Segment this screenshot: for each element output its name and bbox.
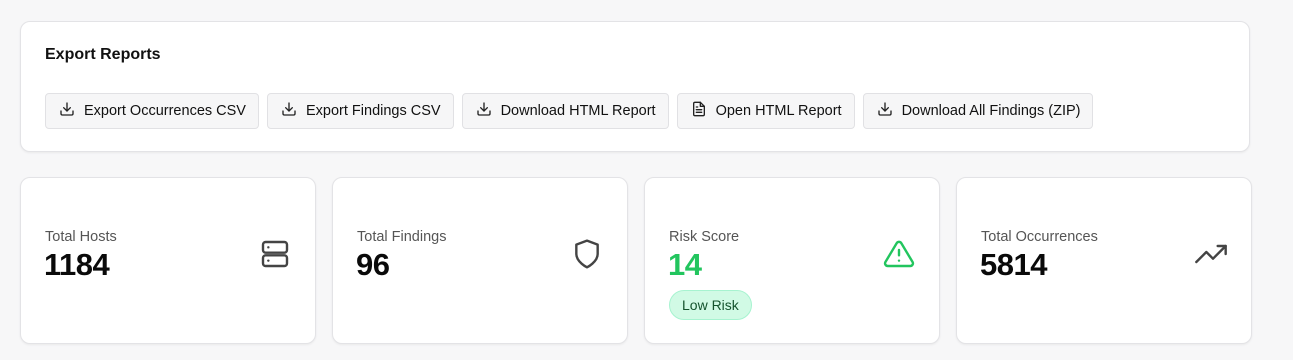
total-occurrences-card: Total Occurrences 5814	[956, 177, 1252, 344]
stat-label: Risk Score	[669, 229, 740, 245]
server-icon	[259, 238, 291, 270]
download-icon	[59, 101, 75, 121]
export-reports-card: Export Reports Export Occurrences CSV Ex…	[20, 21, 1250, 152]
export-reports-title: Export Reports	[45, 46, 161, 63]
download-icon	[877, 101, 893, 121]
download-html-report-button[interactable]: Download HTML Report	[461, 93, 669, 129]
button-label: Open HTML Report	[715, 103, 842, 119]
risk-level-badge: Low Risk	[669, 290, 752, 320]
open-html-report-button[interactable]: Open HTML Report	[676, 93, 855, 129]
risk-score-card: Risk Score 14 Low Risk	[644, 177, 940, 344]
download-all-findings-zip-button[interactable]: Download All Findings (ZIP)	[862, 93, 1094, 129]
stat-value: 14	[668, 247, 702, 282]
export-occurrences-csv-button[interactable]: Export Occurrences CSV	[45, 93, 259, 129]
download-icon	[281, 101, 297, 121]
shield-icon	[571, 238, 603, 270]
file-text-icon	[691, 101, 707, 121]
stat-value: 96	[356, 247, 390, 282]
button-label: Download All Findings (ZIP)	[901, 103, 1081, 119]
total-hosts-card: Total Hosts 1184	[20, 177, 316, 344]
download-icon	[476, 101, 492, 121]
button-label: Export Occurrences CSV	[84, 103, 246, 119]
export-button-row: Export Occurrences CSV Export Findings C…	[45, 93, 1094, 129]
stat-value: 5814	[980, 247, 1047, 282]
stat-label: Total Hosts	[45, 229, 117, 245]
button-label: Export Findings CSV	[305, 103, 441, 119]
stat-value: 1184	[44, 247, 110, 282]
alert-triangle-icon	[883, 238, 915, 270]
stat-label: Total Findings	[357, 229, 447, 245]
trending-up-icon	[1195, 238, 1227, 270]
export-findings-csv-button[interactable]: Export Findings CSV	[266, 93, 454, 129]
stat-label: Total Occurrences	[981, 229, 1098, 245]
button-label: Download HTML Report	[500, 103, 656, 119]
total-findings-card: Total Findings 96	[332, 177, 628, 344]
